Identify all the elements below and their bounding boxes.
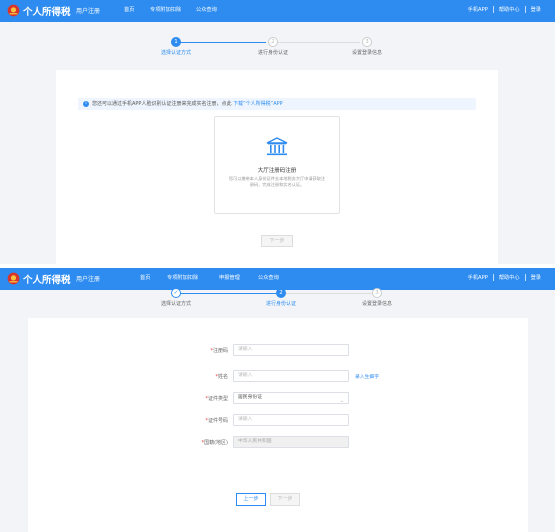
step-3-label: 设置登录信息 xyxy=(351,50,382,56)
step-2-label: 进行身份认证 xyxy=(265,301,296,307)
nav-home[interactable]: 首页 xyxy=(124,6,134,13)
step-2-circle: 2 xyxy=(268,37,278,47)
brand-subtitle: 用户注册 xyxy=(76,276,101,283)
next-button[interactable]: 下一步 xyxy=(270,493,300,506)
step-connector xyxy=(180,42,266,43)
name-label: 姓名 xyxy=(217,374,228,380)
form-row-nationality: *国籍(地区) 中华人民共和国 xyxy=(28,436,528,449)
step-1-circle: 1 xyxy=(171,37,181,47)
step-2-label: 进行身份认证 xyxy=(257,50,288,56)
registration-screen-step2: 个人所得税 用户注册 首页 专项附加扣除 申报管理 公众查询 手机APP 帮助中… xyxy=(0,268,555,532)
nav-mobile-app[interactable]: 手机APP xyxy=(468,274,488,281)
hall-registration-option[interactable]: 大厅注册码注册 您可以携带本人身份证件去本地税务大厅申请获取注册码，完成注册和实… xyxy=(214,116,340,214)
name-input[interactable]: 请输入 xyxy=(233,370,349,382)
step-1-label: 选择认证方式 xyxy=(160,301,191,307)
identity-form-card: *注册码 请输入 *姓名 请输入 录入生僻字 *证件类型 居民身份证 ⌄ *证件… xyxy=(28,318,528,532)
nationality-label: 国籍(地区) xyxy=(204,440,228,446)
id-type-label: 证件类型 xyxy=(207,396,228,402)
download-app-link[interactable]: 下载“个人所得税”APP xyxy=(233,101,283,107)
nav-login[interactable]: 登录 xyxy=(531,6,541,13)
nav-right-links: 手机APP 帮助中心 登录 xyxy=(468,274,541,281)
nav-login[interactable]: 登录 xyxy=(531,274,541,281)
next-button[interactable]: 下一步 xyxy=(261,235,293,247)
nav-right-links: 手机APP 帮助中心 登录 xyxy=(468,6,541,13)
auth-method-card: i 您还可以通过手机APP人脸识别认证注册来完成实名注册，点此 下载“个人所得税… xyxy=(56,70,498,264)
step-1-label: 选择认证方式 xyxy=(160,50,191,56)
step-1-done-icon: ✓ xyxy=(171,288,181,298)
registration-screen-step1: 个人所得税 用户注册 首页 专项附加扣除 公众查询 手机APP 帮助中心 登录 … xyxy=(0,0,555,264)
rare-character-link[interactable]: 录入生僻字 xyxy=(355,373,379,380)
nav-divider xyxy=(492,274,494,281)
step-3-circle: 3 xyxy=(362,37,372,47)
brand-subtitle: 用户注册 xyxy=(76,8,101,15)
form-row-id-type: *证件类型 居民身份证 ⌄ xyxy=(28,392,528,405)
progress-steps: 1 2 3 选择认证方式 进行身份认证 设置登录信息 xyxy=(0,32,555,62)
notice-text: 您还可以通过手机APP人脸识别认证注册来完成实名注册，点此 xyxy=(92,101,232,107)
nav-divider xyxy=(492,6,494,13)
nav-help-center[interactable]: 帮助中心 xyxy=(499,6,520,13)
nav-divider xyxy=(524,6,526,13)
tax-hall-building-icon xyxy=(266,137,288,156)
nav-declaration[interactable]: 申报管理 xyxy=(219,274,240,281)
info-icon: i xyxy=(83,101,89,107)
step-connector xyxy=(286,293,372,294)
brand-title[interactable]: 个人所得税 xyxy=(23,4,71,18)
previous-button[interactable]: 上一步 xyxy=(236,493,266,506)
id-number-label: 证件号码 xyxy=(207,418,228,424)
nav-special-deduction[interactable]: 专项附加扣除 xyxy=(150,6,181,13)
tax-emblem-icon xyxy=(7,4,20,17)
step-connector xyxy=(180,293,276,294)
nav-public-query[interactable]: 公众查询 xyxy=(258,274,279,281)
step-connector xyxy=(278,42,360,43)
nav-special-deduction[interactable]: 专项附加扣除 xyxy=(167,274,198,281)
nav-help-center[interactable]: 帮助中心 xyxy=(499,274,520,281)
form-row-name: *姓名 请输入 录入生僻字 xyxy=(28,370,528,383)
nav-home[interactable]: 首页 xyxy=(140,274,150,281)
nav-public-query[interactable]: 公众查询 xyxy=(196,6,217,13)
brand-divider xyxy=(68,7,69,16)
app-notice-bar: i 您还可以通过手机APP人脸识别认证注册来完成实名注册，点此 下载“个人所得税… xyxy=(78,98,476,110)
progress-steps: ✓ 2 3 选择认证方式 进行身份认证 设置登录信息 xyxy=(0,283,555,313)
id-number-input[interactable]: 请输入 xyxy=(233,414,349,426)
nav-divider xyxy=(524,274,526,281)
step-3-label: 设置登录信息 xyxy=(361,301,392,307)
form-row-registration-code: *注册码 请输入 xyxy=(28,344,528,357)
step-2-circle: 2 xyxy=(276,288,286,298)
method-description: 您可以携带本人身份证件去本地税务大厅申请获取注册码，完成注册和实名认证。 xyxy=(228,176,326,187)
id-type-select[interactable]: 居民身份证 ⌄ xyxy=(233,392,349,404)
chevron-down-icon: ⌄ xyxy=(339,398,344,404)
id-type-value: 居民身份证 xyxy=(238,395,262,400)
nationality-field: 中华人民共和国 xyxy=(233,436,349,448)
top-nav: 个人所得税 用户注册 首页 专项附加扣除 公众查询 手机APP 帮助中心 登录 xyxy=(0,0,555,22)
registration-code-label: 注册码 xyxy=(212,348,228,354)
step-3-circle: 3 xyxy=(372,288,382,298)
method-title: 大厅注册码注册 xyxy=(257,168,297,174)
form-row-id-number: *证件号码 请输入 xyxy=(28,414,528,427)
nav-mobile-app[interactable]: 手机APP xyxy=(468,6,488,13)
registration-code-input[interactable]: 请输入 xyxy=(233,344,349,356)
